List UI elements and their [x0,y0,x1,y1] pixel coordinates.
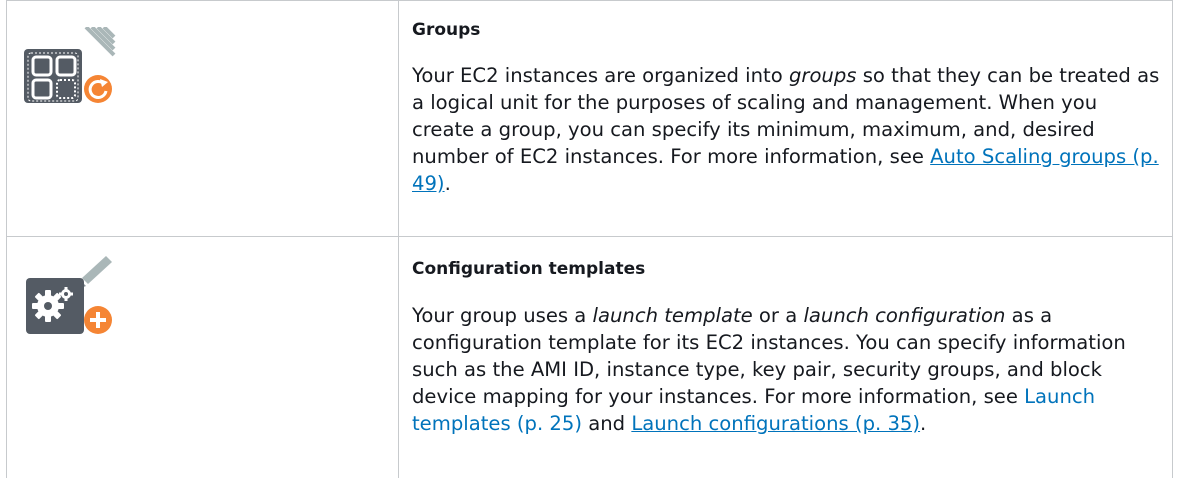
feature-table: Groups Your EC2 instances are organized … [6,0,1173,478]
table-row: Groups Your EC2 instances are organized … [6,0,1173,236]
launch-configurations-link[interactable]: Launch configurations (p. 35) [631,412,920,435]
configuration-template-icon [20,256,120,336]
auto-scaling-group-icon [20,25,120,107]
emphasis-term: groups [788,64,857,87]
emphasis-term: launch configuration [803,304,1006,327]
row-description: Your group uses a launch template or a l… [412,304,1126,435]
table-row: Configuration templates Your group uses … [6,236,1173,478]
row-description: Your EC2 instances are organized into gr… [412,64,1160,195]
row-heading: Configuration templates [412,259,646,279]
emphasis-term: launch template [592,304,753,327]
row-heading: Groups [412,20,481,40]
